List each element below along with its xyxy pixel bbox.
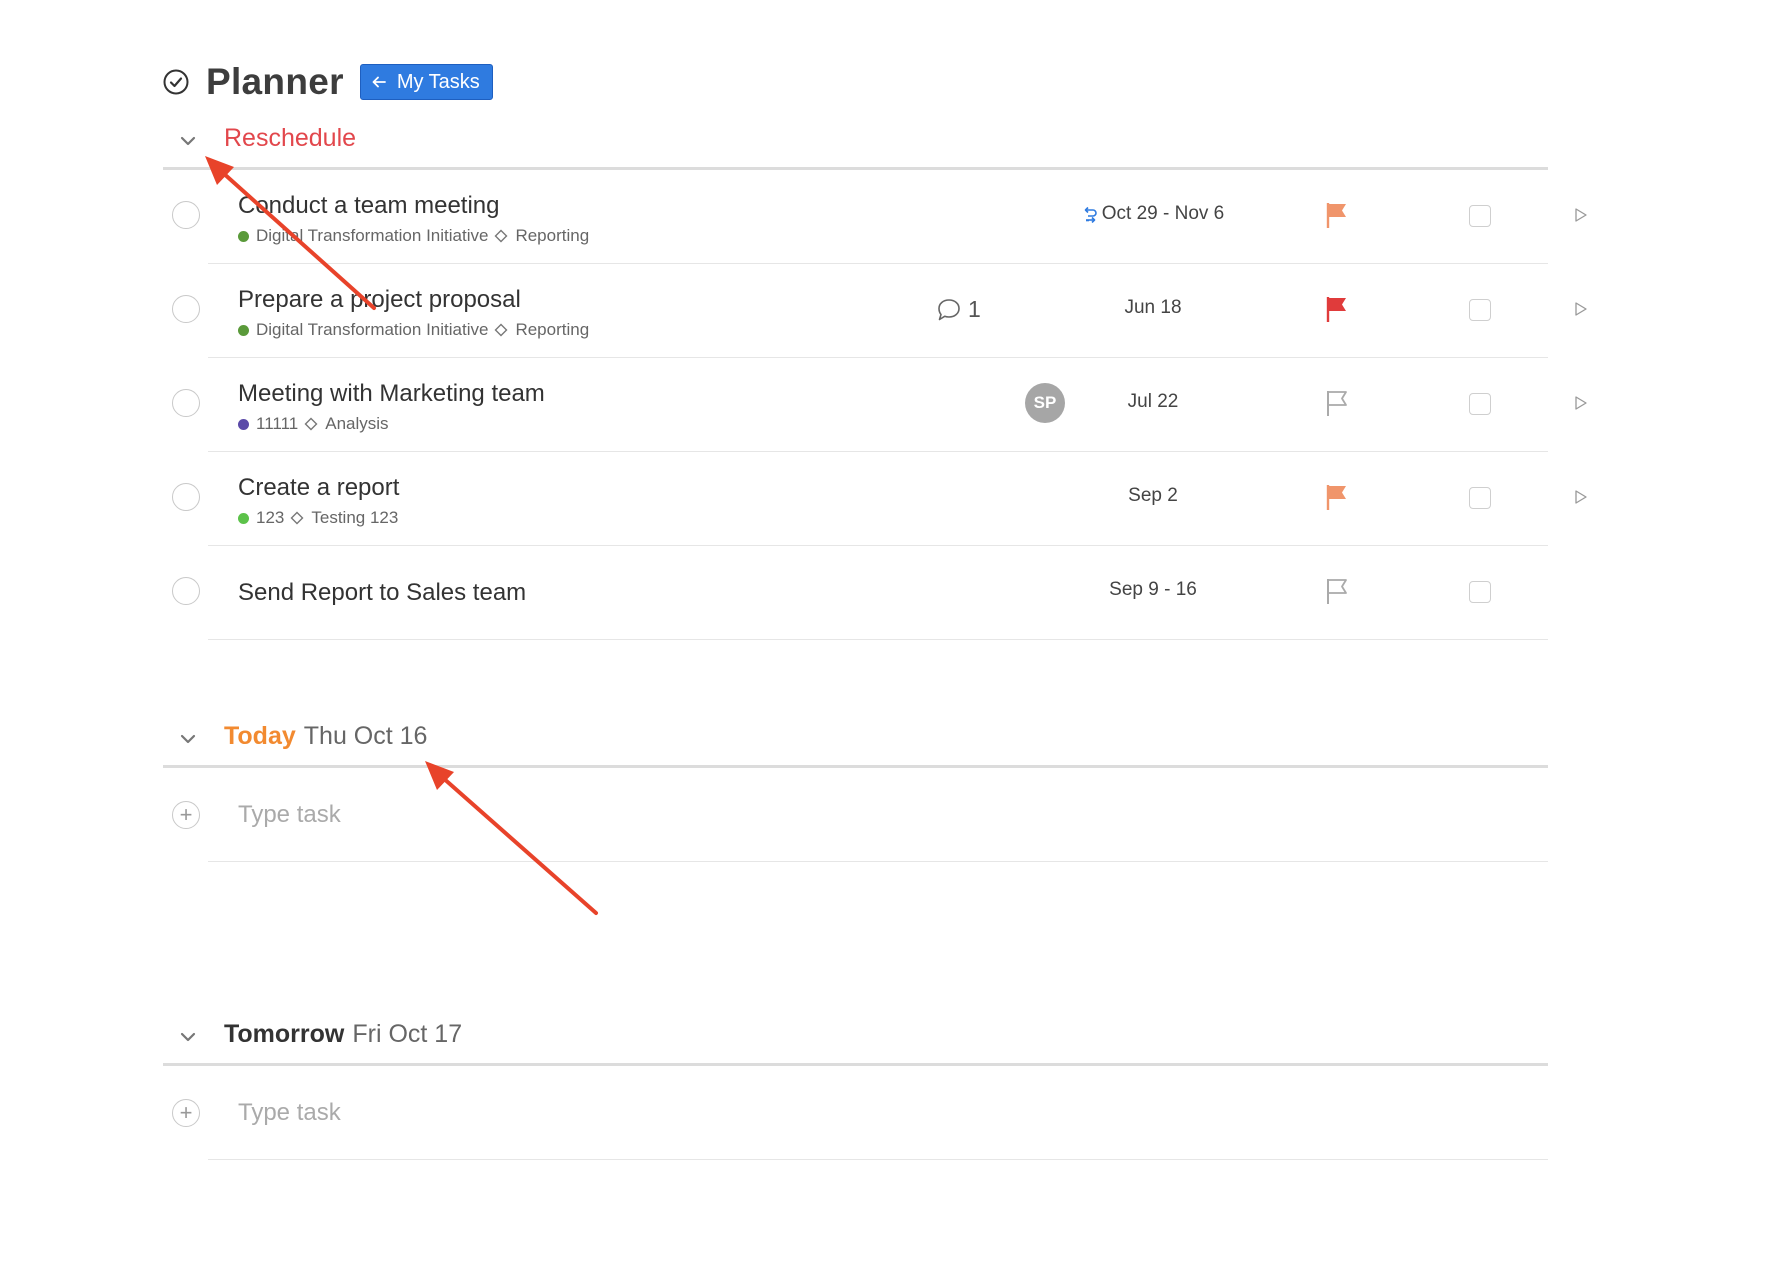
play-icon[interactable] xyxy=(1574,301,1588,317)
task-title[interactable]: Prepare a project proposal xyxy=(238,286,521,314)
project-color-dot xyxy=(238,418,249,430)
section-tomorrow: Tomorrow Fri Oct 17 + xyxy=(163,1016,1548,1160)
row-divider xyxy=(208,1159,1548,1160)
task-date-text: Sep 9 - 16 xyxy=(1109,579,1197,600)
chevron-down-icon[interactable] xyxy=(177,1026,199,1048)
project-color-dot xyxy=(238,230,249,242)
chevron-down-icon[interactable] xyxy=(177,130,199,152)
complete-checkbox[interactable] xyxy=(172,577,200,605)
task-row[interactable]: Send Report to Sales team Sep 9 - 16 xyxy=(163,546,1548,640)
arrow-left-icon xyxy=(372,76,386,88)
chevron-down-icon[interactable] xyxy=(177,728,199,750)
task-meta: Digital Transformation Initiative Report… xyxy=(238,226,589,246)
flag-orange-icon[interactable] xyxy=(1324,201,1350,229)
task-date-text: Jul 22 xyxy=(1127,391,1179,412)
task-title[interactable]: Conduct a team meeting xyxy=(238,192,499,220)
add-task-input[interactable] xyxy=(238,798,1138,832)
tag-icon xyxy=(290,511,304,525)
select-checkbox[interactable] xyxy=(1469,299,1491,321)
complete-checkbox[interactable] xyxy=(172,389,200,417)
section-today: Today Thu Oct 16 + xyxy=(163,718,1548,862)
play-icon[interactable] xyxy=(1574,489,1588,505)
section-title-reschedule: Reschedule xyxy=(224,124,357,152)
project-name: 11111 xyxy=(256,414,299,433)
comments-indicator[interactable]: 1 xyxy=(936,296,981,323)
section-reschedule: Reschedule Conduct a team meeting Digita… xyxy=(163,120,1587,640)
flag-orange-icon[interactable] xyxy=(1324,483,1350,511)
task-date-text: Jun 18 xyxy=(1124,297,1182,318)
task-row[interactable]: Prepare a project proposal Digital Trans… xyxy=(163,264,1587,358)
section-header-tomorrow: Tomorrow Fri Oct 17 xyxy=(163,1016,1548,1066)
flag-outline-icon[interactable] xyxy=(1324,389,1350,417)
task-row[interactable]: Conduct a team meeting Digital Transform… xyxy=(163,170,1587,264)
tag-icon xyxy=(494,323,508,337)
play-icon[interactable] xyxy=(1574,395,1588,411)
repeat-icon xyxy=(1082,205,1098,223)
tag-name: Testing 123 xyxy=(311,508,399,527)
select-checkbox[interactable] xyxy=(1469,205,1491,227)
task-date[interactable]: Jul 22 xyxy=(1043,391,1263,413)
task-meta: Digital Transformation Initiative Report… xyxy=(238,320,589,340)
task-meta: 11111 Analysis xyxy=(238,414,389,434)
add-task-row: + xyxy=(163,768,1548,862)
task-date[interactable]: Oct 29 - Nov 6 xyxy=(1043,203,1263,225)
flag-red-icon[interactable] xyxy=(1324,295,1350,323)
complete-checkbox[interactable] xyxy=(172,483,200,511)
project-name: Digital Transformation Initiative xyxy=(256,226,489,245)
task-row[interactable]: Meeting with Marketing team 11111 Analys… xyxy=(163,358,1587,452)
task-date-text: Oct 29 - Nov 6 xyxy=(1101,203,1225,224)
tag-icon xyxy=(494,229,508,243)
row-divider xyxy=(208,861,1548,862)
add-task-input[interactable] xyxy=(238,1096,1138,1130)
complete-checkbox[interactable] xyxy=(172,201,200,229)
tag-name: Reporting xyxy=(515,320,590,339)
project-color-dot xyxy=(238,324,249,336)
task-date-text: Sep 2 xyxy=(1128,485,1178,506)
complete-checkbox[interactable] xyxy=(172,295,200,323)
task-date[interactable]: Jun 18 xyxy=(1043,297,1263,319)
section-title-today: Today Thu Oct 16 xyxy=(224,722,428,750)
task-date[interactable]: Sep 2 xyxy=(1043,485,1263,507)
tag-name: Analysis xyxy=(325,414,389,433)
row-divider xyxy=(208,639,1548,640)
task-row[interactable]: Create a report 123 Testing 123 Sep 2 xyxy=(163,452,1587,546)
select-checkbox[interactable] xyxy=(1469,393,1491,415)
play-icon[interactable] xyxy=(1574,207,1588,223)
task-title[interactable]: Create a report xyxy=(238,474,399,502)
page-title: Planner xyxy=(206,61,344,102)
task-date[interactable]: Sep 9 - 16 xyxy=(1043,579,1263,601)
comment-count: 1 xyxy=(968,296,981,322)
task-meta: 123 Testing 123 xyxy=(238,508,398,528)
my-tasks-button[interactable]: My Tasks xyxy=(359,64,493,100)
section-title-tomorrow: Tomorrow Fri Oct 17 xyxy=(224,1020,463,1048)
my-tasks-label: My Tasks xyxy=(396,70,480,93)
select-checkbox[interactable] xyxy=(1469,581,1491,603)
add-task-row: + xyxy=(163,1066,1548,1160)
flag-outline-icon[interactable] xyxy=(1324,577,1350,605)
page-header: Planner My Tasks xyxy=(163,60,493,104)
section-header-today: Today Thu Oct 16 xyxy=(163,718,1548,768)
project-color-dot xyxy=(238,512,249,524)
check-circle-icon xyxy=(163,69,189,95)
add-task-icon[interactable]: + xyxy=(172,1099,200,1127)
add-task-icon[interactable]: + xyxy=(172,801,200,829)
tag-name: Reporting xyxy=(515,226,590,245)
select-checkbox[interactable] xyxy=(1469,487,1491,509)
comment-icon xyxy=(938,298,960,320)
section-header-reschedule: Reschedule xyxy=(163,120,1548,170)
project-name: Digital Transformation Initiative xyxy=(256,320,489,339)
task-title[interactable]: Meeting with Marketing team xyxy=(238,380,545,408)
task-title[interactable]: Send Report to Sales team xyxy=(238,579,526,607)
tag-icon xyxy=(304,417,318,431)
project-name: 123 xyxy=(256,508,285,527)
